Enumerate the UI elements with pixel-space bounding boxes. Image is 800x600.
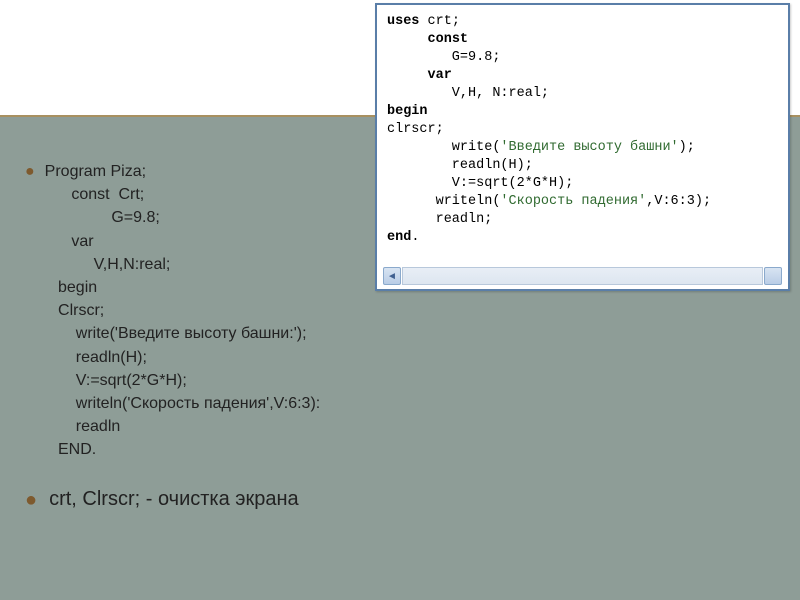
program-text: Program Piza; const Crt; G=9.8; var V,H,… bbox=[45, 160, 321, 461]
scroll-track[interactable] bbox=[402, 267, 763, 285]
code-line: readln(H); bbox=[387, 157, 778, 175]
code-editor-content: uses crt; const G=9.8; var V,H, N:real;b… bbox=[377, 5, 788, 251]
code-line: G=9.8; bbox=[387, 49, 778, 67]
code-line: write('Введите высоту башни'); bbox=[387, 139, 778, 157]
code-line: readln; bbox=[387, 211, 778, 229]
code-line: V,H, N:real; bbox=[387, 85, 778, 103]
slide-program-block: ● Program Piza; const Crt; G=9.8; var V,… bbox=[25, 160, 365, 463]
code-line: clrscr; bbox=[387, 121, 778, 139]
code-line: var bbox=[387, 67, 778, 85]
bullet-icon: ● bbox=[25, 160, 35, 183]
footer-text: crt, Clrscr; - очистка экрана bbox=[49, 488, 299, 511]
scroll-right-button[interactable] bbox=[764, 267, 782, 285]
code-line: writeln('Скорость падения',V:6:3); bbox=[387, 193, 778, 211]
code-editor-window: uses crt; const G=9.8; var V,H, N:real;b… bbox=[375, 3, 790, 291]
code-line: V:=sqrt(2*G*H); bbox=[387, 175, 778, 193]
code-line: uses crt; bbox=[387, 13, 778, 31]
bullet-icon: ● bbox=[25, 490, 37, 510]
scroll-left-button[interactable]: ◄ bbox=[383, 267, 401, 285]
horizontal-scrollbar[interactable]: ◄ bbox=[383, 267, 782, 285]
code-line: const bbox=[387, 31, 778, 49]
code-line: begin bbox=[387, 103, 778, 121]
footer-note: ● crt, Clrscr; - очистка экрана bbox=[25, 488, 299, 511]
code-line: end. bbox=[387, 229, 778, 247]
